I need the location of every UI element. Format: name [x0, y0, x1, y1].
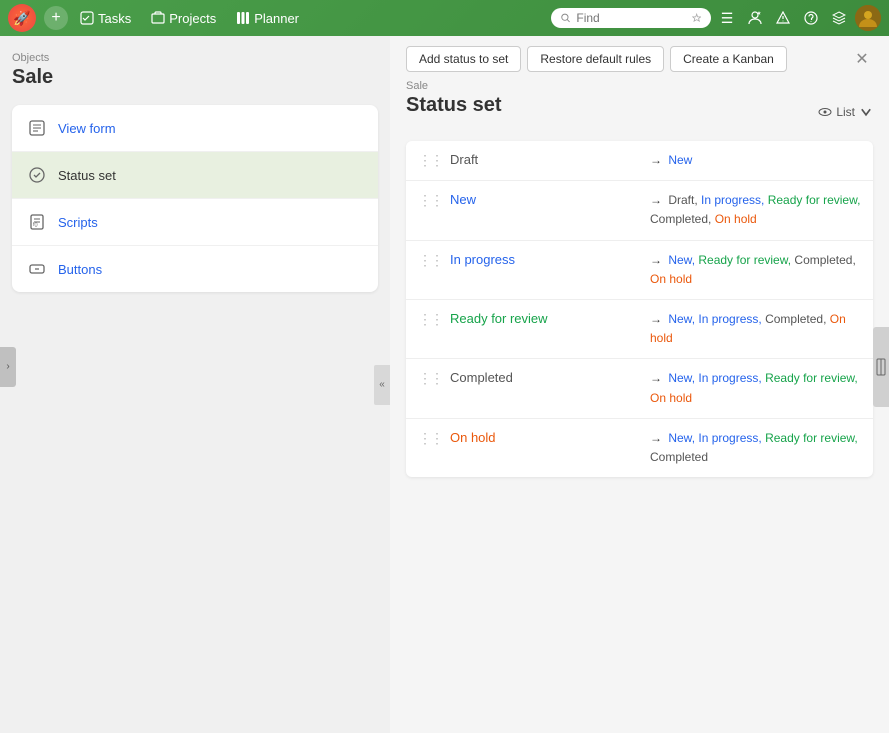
- buttons-icon: [26, 258, 48, 280]
- breadcrumb: Sale: [406, 80, 873, 92]
- layers-icon-btn[interactable]: [827, 6, 851, 30]
- help-icon: [804, 11, 818, 25]
- help-icon-btn[interactable]: [799, 6, 823, 30]
- menu-icon-btn[interactable]: ☰: [715, 6, 739, 30]
- form-icon: [26, 117, 48, 139]
- sidebar-item-scripts[interactable]: f() Scripts: [12, 199, 378, 246]
- table-row[interactable]: ⋮⋮ On hold → New, In progress, Ready for…: [406, 419, 873, 477]
- buttons-label: Buttons: [58, 262, 102, 277]
- view-mode-label: List: [836, 105, 855, 119]
- main-container: Objects Sale View form: [0, 36, 889, 733]
- nav-tasks[interactable]: Tasks: [72, 7, 139, 30]
- eye-icon: [818, 105, 832, 119]
- nav-projects[interactable]: Projects: [143, 7, 224, 30]
- row-transitions-in-progress: → New, Ready for review, Completed, On h…: [650, 251, 861, 289]
- sidebar-title: Sale: [12, 66, 378, 89]
- alert-icon: [776, 11, 790, 25]
- view-form-label: View form: [58, 121, 116, 136]
- right-panel-icon: [876, 357, 886, 377]
- sidebar-item-buttons[interactable]: Buttons: [12, 246, 378, 292]
- table-row[interactable]: ⋮⋮ Completed → New, In progress, Ready f…: [406, 359, 873, 418]
- status-name-ready-for-review: Ready for review: [450, 310, 650, 326]
- task-icon: [80, 11, 94, 25]
- navbar: 🚀 + Tasks Projects Planner: [0, 0, 889, 36]
- right-header: Add status to set Restore default rules …: [390, 36, 889, 72]
- drag-handle[interactable]: ⋮⋮: [418, 151, 442, 169]
- status-name-completed: Completed: [450, 369, 650, 385]
- table-row[interactable]: ⋮⋮ Draft → New: [406, 141, 873, 181]
- drag-handle[interactable]: ⋮⋮: [418, 369, 442, 387]
- star-icon: [692, 12, 701, 24]
- row-transitions-on-hold: → New, In progress, Ready for review, Co…: [650, 429, 861, 467]
- header-actions: Add status to set Restore default rules …: [406, 46, 787, 72]
- add-button[interactable]: +: [44, 6, 68, 30]
- create-kanban-btn[interactable]: Create a Kanban: [670, 46, 787, 72]
- row-transitions-new: → Draft, In progress, Ready for review, …: [650, 191, 861, 229]
- sidebar-menu: View form Status set: [12, 105, 378, 292]
- row-transitions-draft: → New: [650, 151, 861, 170]
- sidebar: Objects Sale View form: [0, 36, 390, 733]
- status-table: ⋮⋮ Draft → New ⋮⋮ New → Draft, In progre…: [406, 141, 873, 477]
- content-area: Sale Status set List ⋮⋮: [390, 72, 889, 733]
- drag-handle[interactable]: ⋮⋮: [418, 191, 442, 209]
- avatar[interactable]: [855, 5, 881, 31]
- restore-btn[interactable]: Restore default rules: [527, 46, 664, 72]
- status-name-in-progress: In progress: [450, 251, 650, 267]
- search-box[interactable]: [551, 8, 711, 28]
- table-row[interactable]: ⋮⋮ New → Draft, In progress, Ready for r…: [406, 181, 873, 240]
- add-status-btn[interactable]: Add status to set: [406, 46, 521, 72]
- right-panel: Add status to set Restore default rules …: [390, 36, 889, 733]
- layers-icon: [832, 11, 846, 25]
- drag-handle[interactable]: ⋮⋮: [418, 429, 442, 447]
- scripts-icon: f(): [26, 211, 48, 233]
- collapse-sidebar-btn[interactable]: «: [374, 365, 390, 405]
- status-name-draft: Draft: [450, 151, 650, 167]
- chevron-down-icon: [859, 105, 873, 119]
- user-star-icon-btn[interactable]: [743, 6, 767, 30]
- row-transitions-ready-for-review: → New, In progress, Completed, On hold: [650, 310, 861, 348]
- table-row[interactable]: ⋮⋮ In progress → New, Ready for review, …: [406, 241, 873, 300]
- view-toggle[interactable]: List: [818, 105, 873, 119]
- expand-left-btn[interactable]: ›: [0, 347, 16, 387]
- objects-label: Objects: [12, 52, 378, 64]
- projects-icon: [151, 11, 165, 25]
- nav-planner-label: Planner: [254, 11, 299, 26]
- drag-handle[interactable]: ⋮⋮: [418, 310, 442, 328]
- sidebar-item-status-set[interactable]: Status set: [12, 152, 378, 199]
- row-transitions-completed: → New, In progress, Ready for review, On…: [650, 369, 861, 407]
- user-star-icon: [747, 10, 763, 26]
- nav-planner[interactable]: Planner: [228, 7, 307, 30]
- alert-icon-btn[interactable]: [771, 6, 795, 30]
- planner-icon: [236, 11, 250, 25]
- status-set-label: Status set: [58, 168, 116, 183]
- search-icon: [561, 12, 570, 24]
- right-side-panel-btn[interactable]: [873, 327, 889, 407]
- status-name-on-hold: On hold: [450, 429, 650, 445]
- content-title: Status set: [406, 94, 502, 117]
- avatar-icon: [855, 5, 881, 31]
- nav-projects-label: Projects: [169, 11, 216, 26]
- svg-text:f(): f(): [33, 222, 38, 228]
- nav-tasks-label: Tasks: [98, 11, 131, 26]
- app-logo[interactable]: 🚀: [8, 4, 36, 32]
- drag-handle[interactable]: ⋮⋮: [418, 251, 442, 269]
- status-icon: [26, 164, 48, 186]
- table-row[interactable]: ⋮⋮ Ready for review → New, In progress, …: [406, 300, 873, 359]
- content-title-row: Status set List: [406, 94, 873, 129]
- status-name-new: New: [450, 191, 650, 207]
- left-panel: Objects Sale View form: [0, 36, 390, 733]
- scripts-label: Scripts: [58, 215, 98, 230]
- search-input[interactable]: [576, 11, 685, 25]
- close-btn[interactable]: ✕: [851, 48, 873, 70]
- sidebar-item-view-form[interactable]: View form: [12, 105, 378, 152]
